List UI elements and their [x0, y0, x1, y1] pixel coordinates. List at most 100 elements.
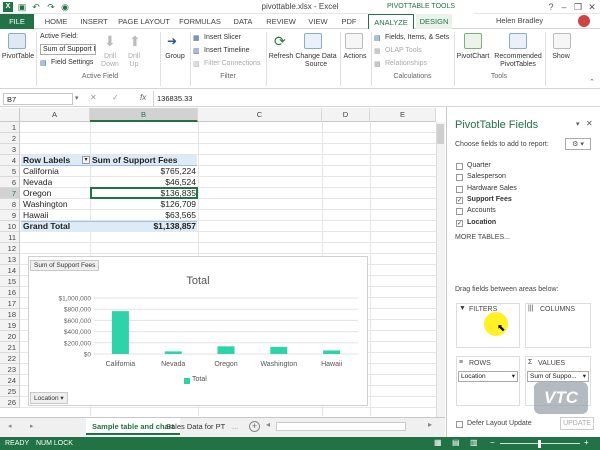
confirm-entry-icon[interactable]: ✓: [112, 93, 119, 102]
tab-data[interactable]: DATA: [228, 14, 258, 29]
show-button[interactable]: Show: [546, 53, 576, 61]
pivot-row-label[interactable]: Oregon: [23, 188, 51, 199]
defer-checkbox[interactable]: [456, 421, 463, 428]
pivot-row-value[interactable]: $765,224: [92, 166, 196, 177]
insert-slicer-button[interactable]: Insert Slicer: [204, 34, 241, 41]
pivottable-button[interactable]: PivotTable: [0, 53, 36, 61]
pivot-row-label[interactable]: Nevada: [23, 177, 52, 188]
filter-connections-button[interactable]: Filter Connections: [204, 60, 260, 67]
redo-icon[interactable]: ↷: [46, 2, 56, 12]
active-field-input[interactable]: Sum of Support Fe: [40, 44, 96, 55]
tab-analyze[interactable]: ANALYZE: [368, 14, 414, 29]
field-name[interactable]: Support Fees: [467, 196, 512, 203]
column-header-e[interactable]: E: [370, 108, 436, 122]
user-name[interactable]: Helen Bradley: [496, 16, 543, 25]
normal-view-icon[interactable]: ▦: [434, 438, 442, 447]
field-checkbox[interactable]: [456, 208, 463, 216]
collapse-ribbon-icon[interactable]: ⌃: [589, 78, 595, 86]
values-header[interactable]: Sum of Support Fees: [92, 155, 177, 166]
pivotchart-button[interactable]: PivotChart: [454, 53, 492, 61]
row-header[interactable]: 21: [0, 342, 20, 353]
recommended-pivottables-button[interactable]: Recommended PivotTables: [492, 53, 544, 69]
row-header[interactable]: 15: [0, 276, 20, 287]
chart-bar[interactable]: [164, 351, 182, 354]
horizontal-scroll-right-icon[interactable]: ▸: [428, 420, 432, 429]
vertical-scroll-thumb[interactable]: [437, 124, 444, 144]
pivot-row-label[interactable]: California: [23, 166, 59, 177]
relationships-button[interactable]: Relationships: [385, 60, 427, 67]
tab-insert[interactable]: INSERT: [76, 14, 112, 29]
avatar[interactable]: [578, 15, 590, 27]
undo-icon[interactable]: ↶: [31, 2, 41, 12]
field-checkbox[interactable]: [456, 174, 463, 182]
row-header[interactable]: 12: [0, 243, 20, 254]
chart-bar[interactable]: [217, 346, 235, 354]
name-box-dropdown-icon[interactable]: ▾: [75, 94, 79, 102]
row-header[interactable]: 11: [0, 232, 20, 243]
tab-page-layout[interactable]: PAGE LAYOUT: [116, 14, 172, 29]
pivot-row-label[interactable]: Hawaii: [23, 210, 49, 221]
chart-bar[interactable]: [270, 346, 288, 354]
pivot-row-value[interactable]: $126,709: [92, 199, 196, 210]
row-header[interactable]: 25: [0, 386, 20, 397]
column-header-b[interactable]: B: [90, 108, 198, 122]
grand-total-label[interactable]: Grand Total: [23, 221, 70, 232]
row-header[interactable]: 13: [0, 254, 20, 265]
row-header[interactable]: 18: [0, 309, 20, 320]
vertical-scrollbar[interactable]: [436, 122, 445, 417]
field-checkbox[interactable]: ✓: [456, 196, 463, 204]
drill-down-button[interactable]: Drill Down: [98, 53, 122, 69]
insert-function-icon[interactable]: fx: [140, 93, 146, 102]
row-header[interactable]: 19: [0, 320, 20, 331]
row-header[interactable]: 8: [0, 199, 20, 210]
group-button[interactable]: Group: [161, 53, 189, 61]
fields-items-sets-button[interactable]: Fields, Items, & Sets: [385, 34, 449, 41]
horizontal-scrollbar[interactable]: [276, 422, 406, 431]
page-layout-view-icon[interactable]: ▤: [452, 438, 460, 447]
field-name[interactable]: Location: [467, 219, 496, 226]
minimize-icon[interactable]: –: [557, 1, 571, 13]
tab-pdf[interactable]: PDF: [336, 14, 362, 29]
row-header[interactable]: 24: [0, 375, 20, 386]
field-checkbox[interactable]: [456, 163, 463, 170]
row-header[interactable]: 26: [0, 397, 20, 408]
page-break-view-icon[interactable]: ▥: [470, 438, 478, 447]
row-header[interactable]: 22: [0, 353, 20, 364]
chart-title[interactable]: Total: [28, 275, 368, 287]
legend-label[interactable]: Total: [192, 376, 207, 383]
pane-settings-gear-icon[interactable]: ⚙ ▾: [565, 138, 591, 150]
tab-design[interactable]: DESIGN: [416, 14, 452, 29]
formula-input[interactable]: 136835.33: [157, 93, 192, 104]
row-header[interactable]: 2: [0, 133, 20, 144]
values-item-sum[interactable]: Sum of Suppo... ▾: [527, 371, 589, 382]
zoom-in-icon[interactable]: +: [584, 438, 589, 447]
select-all-corner[interactable]: [0, 108, 20, 122]
tab-file[interactable]: FILE: [0, 14, 34, 29]
refresh-button[interactable]: Refresh: [266, 53, 296, 61]
tab-view[interactable]: VIEW: [304, 14, 332, 29]
insert-timeline-button[interactable]: Insert Timeline: [204, 47, 250, 54]
row-header[interactable]: 5: [0, 166, 20, 177]
row-labels-filter-icon[interactable]: ▾: [82, 156, 90, 164]
close-icon[interactable]: ✕: [585, 1, 599, 13]
chart-axis-field-button[interactable]: Location ▾: [30, 392, 68, 404]
column-header-d[interactable]: D: [322, 108, 370, 122]
row-header[interactable]: 17: [0, 298, 20, 309]
row-header[interactable]: 16: [0, 287, 20, 298]
change-data-source-button[interactable]: Change Data Source: [294, 53, 338, 69]
cancel-entry-icon[interactable]: ✕: [90, 93, 97, 102]
tab-review[interactable]: REVIEW: [262, 14, 300, 29]
row-header[interactable]: 14: [0, 265, 20, 276]
next-sheet-icon[interactable]: ▸: [30, 422, 34, 430]
camera-icon[interactable]: ◉: [60, 2, 70, 12]
zoom-slider-thumb[interactable]: [538, 440, 541, 448]
more-sheets[interactable]: ...: [226, 418, 244, 435]
help-icon[interactable]: ?: [544, 1, 558, 13]
save-icon[interactable]: ▣: [17, 2, 27, 12]
restore-icon[interactable]: ❐: [571, 1, 585, 13]
pane-options-icon[interactable]: ▾: [576, 120, 580, 128]
zoom-out-icon[interactable]: −: [490, 438, 495, 447]
field-settings-button[interactable]: Field Settings: [51, 59, 93, 66]
row-header[interactable]: 20: [0, 331, 20, 342]
pivot-row-label[interactable]: Washington: [23, 199, 68, 210]
